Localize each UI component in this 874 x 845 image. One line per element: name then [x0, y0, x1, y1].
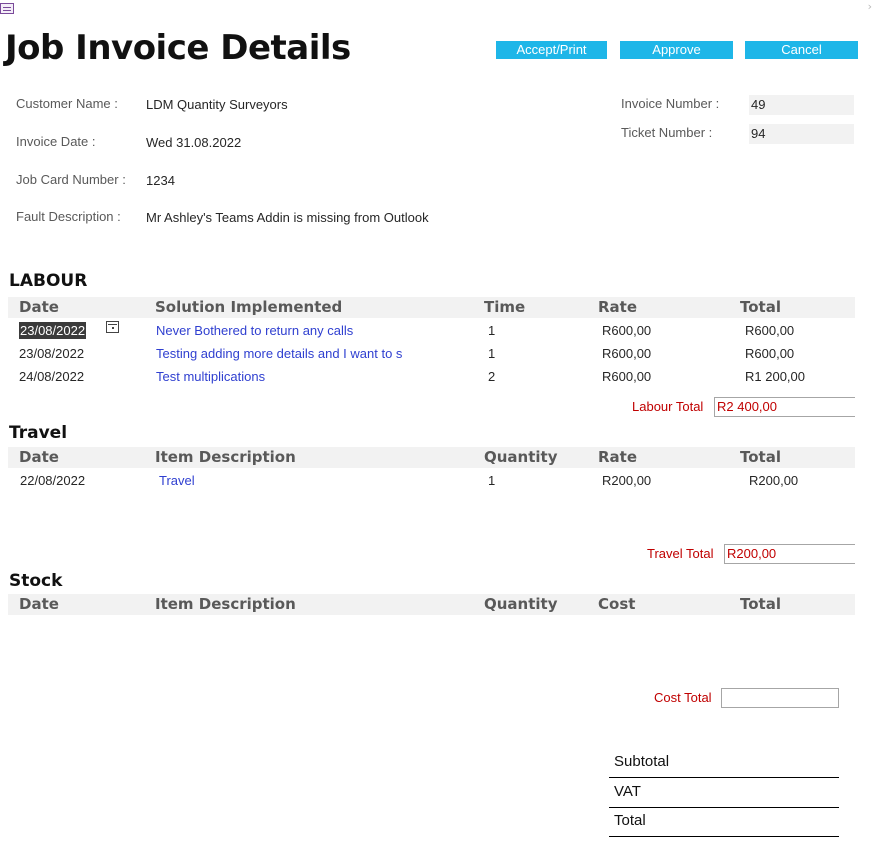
- rate-cell[interactable]: R600,00: [602, 346, 651, 361]
- customer-name-label: Customer Name :: [16, 96, 118, 111]
- total-cell[interactable]: R1 200,00: [745, 369, 805, 384]
- quantity-cell[interactable]: 1: [488, 473, 495, 488]
- col-total: Total: [740, 448, 781, 466]
- time-cell[interactable]: 2: [488, 369, 495, 384]
- table-row[interactable]: 22/08/2022 Travel 1 R200,00 R200,00: [0, 470, 874, 492]
- col-cost: Cost: [598, 595, 636, 613]
- date-cell[interactable]: 22/08/2022: [20, 473, 85, 488]
- travel-heading: Travel: [9, 423, 68, 443]
- ticket-number-field[interactable]: 94: [749, 124, 854, 144]
- col-date: Date: [19, 298, 59, 316]
- solution-cell[interactable]: Never Bothered to return any calls: [156, 323, 353, 338]
- subtotal-row: Subtotal: [609, 749, 839, 778]
- total-row: Total: [609, 808, 839, 837]
- col-solution: Solution Implemented: [155, 298, 343, 316]
- labour-total-field[interactable]: R2 400,00: [714, 397, 855, 417]
- table-row[interactable]: 24/08/2022 Test multiplications 2 R600,0…: [0, 366, 874, 388]
- fault-description-label: Fault Description :: [16, 209, 121, 224]
- solution-cell[interactable]: Testing adding more details and I want t…: [156, 346, 419, 361]
- col-rate: Rate: [598, 448, 638, 466]
- chevron-right-icon[interactable]: ›: [868, 0, 872, 13]
- col-rate: Rate: [598, 298, 638, 316]
- labour-total-label: Labour Total: [632, 399, 704, 414]
- labour-header-row: Date Solution Implemented Time Rate Tota…: [8, 297, 855, 318]
- page-title: Job Invoice Details: [5, 28, 351, 68]
- date-cell[interactable]: 23/08/2022: [19, 322, 87, 339]
- col-date: Date: [19, 448, 59, 466]
- cancel-button[interactable]: Cancel: [745, 41, 858, 59]
- travel-header-row: Date Item Description Quantity Rate Tota…: [8, 447, 855, 468]
- rate-cell[interactable]: R600,00: [602, 323, 651, 338]
- table-row[interactable]: 23/08/2022 Never Bothered to return any …: [0, 320, 874, 342]
- invoice-number-field[interactable]: 49: [749, 95, 854, 115]
- rate-cell[interactable]: R600,00: [602, 369, 651, 384]
- customer-name-value[interactable]: LDM Quantity Surveyors: [146, 97, 288, 112]
- vat-row: VAT: [609, 779, 839, 808]
- col-quantity: Quantity: [484, 448, 558, 466]
- stock-heading: Stock: [9, 571, 63, 591]
- approve-button[interactable]: Approve: [620, 41, 733, 59]
- date-cell[interactable]: 24/08/2022: [19, 369, 84, 384]
- date-cell[interactable]: 23/08/2022: [19, 346, 84, 361]
- total-cell[interactable]: R600,00: [745, 323, 794, 338]
- travel-total-label: Travel Total: [647, 546, 714, 561]
- labour-heading: LABOUR: [9, 271, 88, 291]
- col-total: Total: [740, 298, 781, 316]
- item-description-cell[interactable]: Travel: [159, 473, 195, 488]
- travel-total-field[interactable]: R200,00: [724, 544, 855, 564]
- ticket-number-label: Ticket Number :: [621, 125, 713, 140]
- col-item-description: Item Description: [155, 448, 296, 466]
- cost-total-label: Cost Total: [654, 690, 712, 705]
- table-row[interactable]: 23/08/2022 Testing adding more details a…: [0, 343, 874, 365]
- calendar-icon[interactable]: [106, 321, 119, 333]
- job-card-value[interactable]: 1234: [146, 173, 175, 188]
- col-time: Time: [484, 298, 526, 316]
- invoice-number-label: Invoice Number :: [621, 96, 720, 111]
- total-cell[interactable]: R200,00: [749, 473, 798, 488]
- col-item-description: Item Description: [155, 595, 296, 613]
- total-cell[interactable]: R600,00: [745, 346, 794, 361]
- cost-total-field[interactable]: [721, 688, 839, 708]
- accept-print-button[interactable]: Accept/Print: [496, 41, 607, 59]
- form-icon: [0, 3, 14, 14]
- fault-description-value[interactable]: Mr Ashley's Teams Addin is missing from …: [146, 210, 429, 225]
- col-date: Date: [19, 595, 59, 613]
- invoice-date-value[interactable]: Wed 31.08.2022: [146, 135, 241, 150]
- invoice-date-label: Invoice Date :: [16, 134, 96, 149]
- stock-header-row: Date Item Description Quantity Cost Tota…: [8, 594, 855, 615]
- rate-cell[interactable]: R200,00: [602, 473, 651, 488]
- col-quantity: Quantity: [484, 595, 558, 613]
- time-cell[interactable]: 1: [488, 323, 495, 338]
- col-total: Total: [740, 595, 781, 613]
- solution-cell[interactable]: Test multiplications: [156, 369, 265, 384]
- job-card-label: Job Card Number :: [16, 172, 126, 187]
- time-cell[interactable]: 1: [488, 346, 495, 361]
